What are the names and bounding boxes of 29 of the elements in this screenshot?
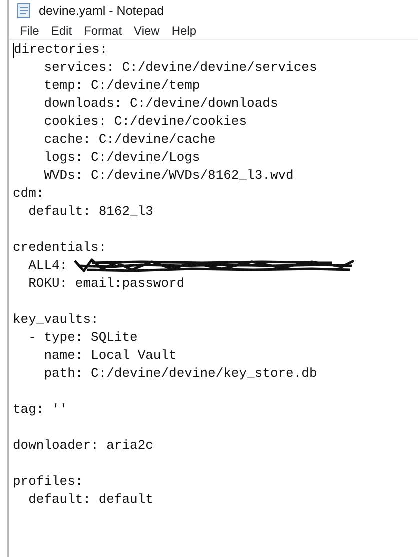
menu-item[interactable]: Edit (46, 22, 78, 40)
text-line: downloads: C:/devine/downloads (43, 95, 278, 113)
menu-item[interactable]: File (15, 22, 44, 40)
text-line: key_vaults: (13, 311, 99, 329)
text-line: - type: SQLite (28, 329, 138, 347)
text-line: services: C:/devine/devine/services (43, 59, 318, 77)
menu-item[interactable]: Help (166, 22, 202, 40)
menu-item[interactable]: Format (79, 22, 128, 40)
text-line: downloader: aria2c (13, 437, 154, 455)
text-line: credentials: (13, 239, 107, 257)
text-line: default: 8162_l3 (28, 203, 154, 221)
text-line: WVDs: C:/devine/WVDs/8162_l3.wvd (43, 167, 294, 185)
text-line: cookies: C:/devine/cookies (43, 113, 248, 131)
text-line: ROKU: email:password (28, 275, 185, 293)
notepad-icon (17, 3, 31, 19)
text-line: temp: C:/devine/temp (43, 77, 200, 95)
text-line: profiles: (13, 473, 84, 491)
menu-item[interactable]: View (129, 22, 165, 40)
text-line: name: Local Vault (43, 347, 177, 365)
text-line: ALL4: (28, 257, 68, 275)
text-line: cache: C:/devine/cache (43, 131, 216, 149)
text-line: directories: (14, 41, 108, 59)
text-line: cdm: (13, 185, 44, 203)
text-cursor (13, 42, 14, 58)
text-line: logs: C:/devine/Logs (43, 149, 200, 167)
text-line: tag: '' (13, 401, 68, 419)
text-line: path: C:/devine/devine/key_store.db (43, 365, 318, 383)
window-title: devine.yaml - Notepad (39, 2, 164, 20)
text-line: default: default (28, 491, 154, 509)
